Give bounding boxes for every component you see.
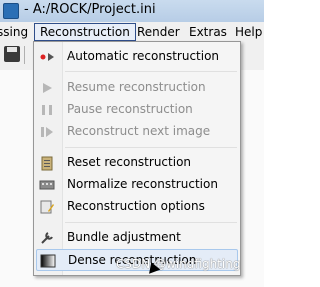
menu-help[interactable]: Help xyxy=(230,23,267,41)
menu-item-reconstruct-next-image[interactable]: Reconstruct next image xyxy=(36,121,238,143)
menu-item-label: Normalize reconstruction xyxy=(67,177,218,191)
menu-item-normalize-reconstruction[interactable]: Normalize reconstruction xyxy=(36,174,238,196)
toolbar-separator xyxy=(24,46,25,64)
menu-separator xyxy=(65,71,237,72)
menu-item-automatic-reconstruction[interactable]: Automatic reconstruction xyxy=(36,46,238,68)
menu-item-label: Bundle adjustment xyxy=(67,230,181,244)
menu-processing[interactable]: ssing xyxy=(0,23,33,41)
menu-item-label: Automatic reconstruction xyxy=(67,49,220,63)
save-icon[interactable] xyxy=(4,46,20,62)
play-icon xyxy=(43,83,52,93)
menu-item-label: Reconstruction options xyxy=(67,199,205,213)
menu-render[interactable]: Render xyxy=(132,23,185,41)
wrench-icon xyxy=(41,232,53,244)
menu-bar: ssing Reconstruction Render Extras Help xyxy=(0,22,264,42)
menu-item-label: Resume reconstruction xyxy=(67,80,206,94)
menu-item-bundle-adjustment[interactable]: Bundle adjustment xyxy=(36,227,238,249)
window-title: - A:/ROCK/Project.ini xyxy=(24,2,156,17)
menu-reconstruction[interactable]: Reconstruction xyxy=(34,23,136,41)
reconstruction-menu: Automatic reconstruction Resume reconstr… xyxy=(33,41,241,276)
menu-item-label: Pause reconstruction xyxy=(67,102,193,116)
menu-item-pause-reconstruction[interactable]: Pause reconstruction xyxy=(36,99,238,121)
title-bar: - A:/ROCK/Project.ini xyxy=(0,0,264,22)
step-icon xyxy=(41,127,53,137)
menu-item-resume-reconstruction[interactable]: Resume reconstruction xyxy=(36,77,238,99)
clipboard-icon xyxy=(41,156,53,171)
edit-options-icon xyxy=(40,200,54,214)
watermark: CSDN @windfighting xyxy=(116,257,241,271)
pause-icon xyxy=(42,105,52,115)
menu-item-reset-reconstruction[interactable]: Reset reconstruction xyxy=(36,152,238,174)
menu-item-label: Reconstruct next image xyxy=(67,124,211,138)
app-icon xyxy=(3,3,19,19)
keyboard-icon xyxy=(39,180,55,190)
menu-separator xyxy=(65,222,237,223)
menu-item-label: Reset reconstruction xyxy=(67,155,192,169)
menu-extras[interactable]: Extras xyxy=(184,23,232,41)
play-record-icon xyxy=(40,53,54,61)
gradient-icon xyxy=(40,254,56,268)
menu-separator xyxy=(65,147,237,148)
menu-item-reconstruction-options[interactable]: Reconstruction options xyxy=(36,196,238,218)
